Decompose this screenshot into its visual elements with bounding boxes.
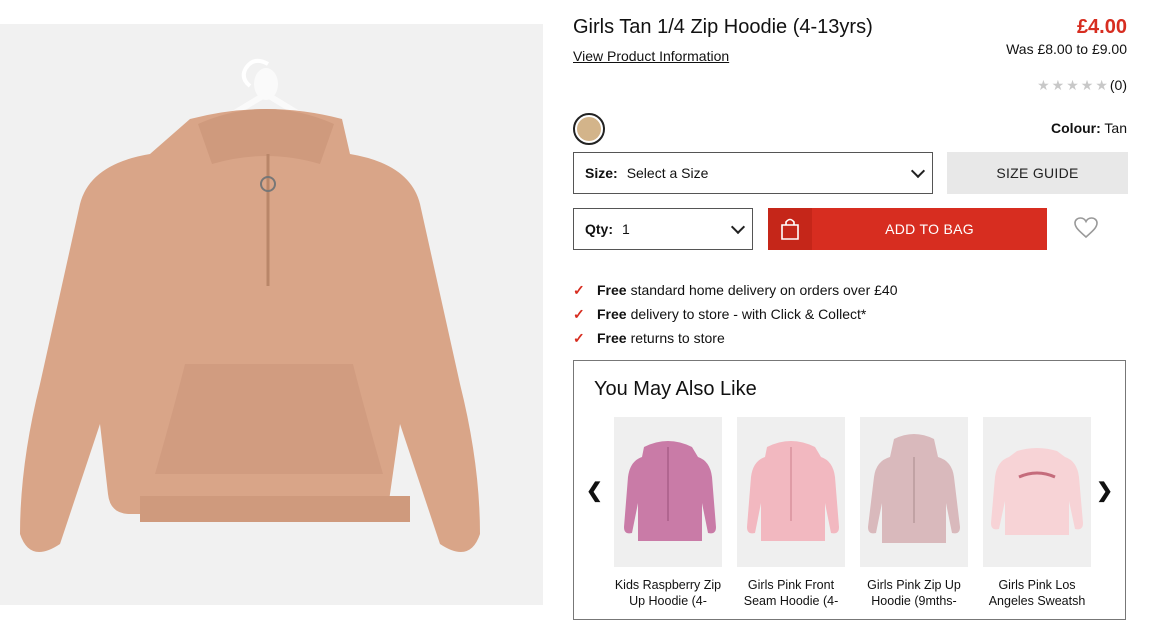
benefit-bold: Free — [597, 306, 627, 322]
qty-value: 1 — [622, 221, 630, 237]
ymal-card-name: Girls Pink Los Angeles Sweatsh — [988, 578, 1086, 608]
ymal-card-name: Girls Pink Front Seam Hoodie (4- — [743, 578, 839, 608]
ymal-card[interactable]: Girls Pink Front Seam Hoodie (4- — [737, 417, 845, 609]
benefit-text: delivery to store - with Click & Collect… — [630, 306, 867, 322]
was-price: Was £8.00 to £9.00 — [1006, 41, 1127, 57]
rating[interactable]: ★ ★ ★ ★ ★ (0) — [1037, 77, 1127, 93]
product-image[interactable] — [0, 24, 543, 605]
colour-swatch-tan[interactable] — [573, 113, 605, 145]
ymal-card-image — [983, 417, 1091, 567]
benefit-item: ✓ Free returns to store — [573, 326, 898, 350]
you-may-also-like-panel: You May Also Like ❮ ❯ Kids Raspberry Zip… — [573, 360, 1126, 620]
benefit-bold: Free — [597, 330, 627, 346]
swatch-fill — [577, 117, 601, 141]
current-price: £4.00 — [1076, 16, 1127, 38]
delivery-benefits: ✓ Free standard home delivery on orders … — [573, 278, 898, 350]
view-product-information-link[interactable]: View Product Information — [573, 48, 729, 64]
ymal-card[interactable]: Girls Pink Zip Up Hoodie (9mths- — [860, 417, 968, 609]
qty-label: Qty: — [585, 221, 613, 237]
benefit-item: ✓ Free standard home delivery on orders … — [573, 278, 898, 302]
size-label: Size: — [585, 165, 618, 181]
add-to-bag-button[interactable]: ADD TO BAG — [768, 208, 1047, 250]
chevron-right-icon[interactable]: ❯ — [1096, 478, 1113, 503]
chevron-down-icon — [730, 219, 746, 235]
size-value: Select a Size — [626, 165, 709, 181]
ymal-card-name: Kids Raspberry Zip Up Hoodie (4- — [614, 578, 722, 608]
check-icon: ✓ — [573, 281, 585, 298]
colour-label: Colour: — [1051, 120, 1101, 136]
ymal-card-image — [614, 417, 722, 567]
size-select[interactable]: Size: Select a Size — [573, 152, 933, 194]
ymal-title: You May Also Like — [594, 378, 757, 400]
shopping-bag-icon — [768, 208, 812, 250]
colour-info: Colour: Tan — [1051, 120, 1127, 136]
ymal-card[interactable]: Kids Raspberry Zip Up Hoodie (4- — [614, 417, 722, 609]
size-guide-button[interactable]: SIZE GUIDE — [947, 152, 1128, 194]
check-icon: ✓ — [573, 329, 585, 346]
ymal-card-name: Girls Pink Zip Up Hoodie (9mths- — [867, 578, 961, 608]
ymal-card[interactable]: Girls Pink Los Angeles Sweatsh — [983, 417, 1091, 609]
ymal-card-image — [860, 417, 968, 567]
heart-icon[interactable] — [1074, 217, 1098, 244]
star-icon: ★ — [1037, 77, 1050, 93]
product-title: Girls Tan 1/4 Zip Hoodie (4-13yrs) — [573, 16, 873, 38]
check-icon: ✓ — [573, 305, 585, 322]
benefit-text: returns to store — [630, 330, 725, 346]
chevron-down-icon — [910, 163, 926, 179]
benefit-item: ✓ Free delivery to store - with Click & … — [573, 302, 898, 326]
rating-count: (0) — [1109, 77, 1127, 93]
benefit-text: standard home delivery on orders over £4… — [630, 282, 898, 298]
star-icon: ★ — [1080, 77, 1094, 93]
star-icon: ★ — [1066, 77, 1079, 93]
ymal-card-image — [737, 417, 845, 567]
star-icon: ★ — [1095, 77, 1108, 93]
colour-value: Tan — [1104, 120, 1127, 136]
star-icon: ★ — [1051, 77, 1065, 93]
benefit-bold: Free — [597, 282, 627, 298]
qty-select[interactable]: Qty: 1 — [573, 208, 753, 250]
chevron-left-icon[interactable]: ❮ — [586, 478, 603, 503]
add-to-bag-label: ADD TO BAG — [885, 221, 974, 237]
